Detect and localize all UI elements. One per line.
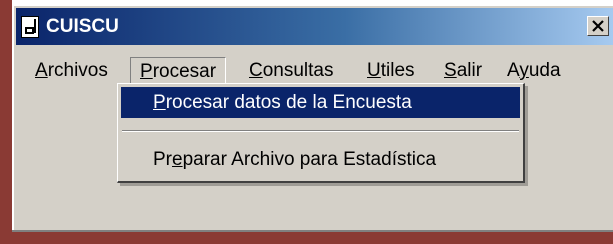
menu-salir[interactable]: Salir	[435, 57, 491, 85]
menu-utiles[interactable]: Utiles	[358, 57, 424, 85]
menu-item-procesar-datos-label: rocesar datos de la Encuesta	[165, 92, 412, 113]
title-bar[interactable]: CUISCU	[16, 8, 613, 45]
menu-consultas-mnemonic: C	[249, 60, 263, 81]
window-title: CUISCU	[46, 16, 119, 37]
backdrop-bottom-edge	[0, 232, 613, 244]
menu-procesar[interactable]: Procesar	[130, 57, 227, 85]
menu-item-procesar-datos[interactable]: Procesar datos de la Encuesta	[121, 87, 520, 118]
menu-ayuda-label: uda	[528, 60, 561, 81]
app-icon[interactable]	[21, 16, 39, 38]
menu-ayuda[interactable]: Ayuda	[498, 57, 570, 85]
menu-archivos-label: rchivos	[47, 60, 108, 81]
menu-salir-mnemonic: S	[444, 60, 457, 81]
menu-archivos-mnemonic: A	[35, 60, 48, 81]
menu-item-preparar-archivo-prefix: Pr	[153, 149, 172, 170]
menu-item-preparar-archivo[interactable]: Preparar Archivo para Estadística	[121, 144, 520, 175]
menu-item-preparar-archivo-label: parar Archivo para Estadística	[182, 149, 437, 170]
menu-salir-label: alir	[456, 60, 483, 81]
menu-item-procesar-datos-mnemonic: P	[153, 92, 166, 113]
menu-procesar-label: rocesar	[152, 61, 217, 82]
menu-ayuda-prefix: A	[507, 60, 520, 81]
menu-procesar-mnemonic: P	[140, 61, 153, 82]
menu-utiles-mnemonic: U	[367, 60, 381, 81]
menu-ayuda-mnemonic: y	[519, 60, 529, 81]
backdrop-left-edge	[0, 0, 12, 244]
close-button[interactable]	[587, 16, 609, 36]
menu-separator	[122, 130, 519, 132]
menu-item-preparar-archivo-mnemonic: e	[172, 149, 183, 170]
menu-utiles-label: tiles	[380, 60, 415, 81]
menu-archivos[interactable]: Archivos	[26, 57, 117, 85]
menu-consultas-label: onsultas	[262, 60, 334, 81]
menu-consultas[interactable]: Consultas	[240, 57, 343, 85]
close-icon	[592, 20, 604, 32]
procesar-dropdown-menu: Procesar datos de la Encuesta Preparar A…	[117, 83, 525, 183]
